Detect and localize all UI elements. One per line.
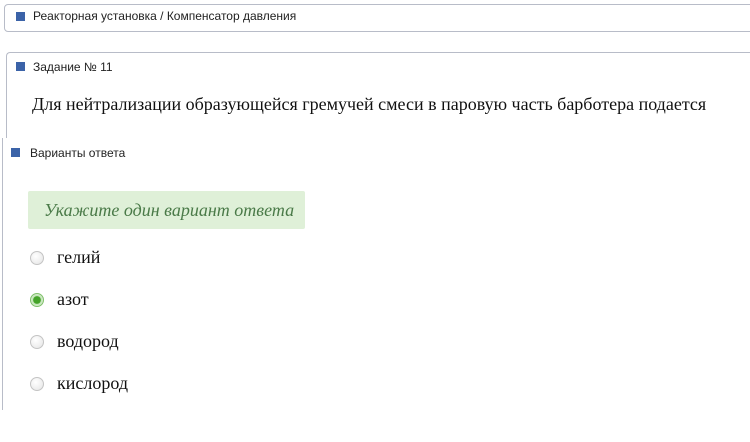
hint-box: Укажите один вариант ответа <box>28 191 305 229</box>
radio-button-icon[interactable] <box>30 251 44 265</box>
breadcrumb: Реакторная установка / Компенсатор давле… <box>33 9 297 23</box>
section-marker-icon <box>16 62 25 71</box>
answer-option-label[interactable]: водород <box>57 331 119 352</box>
answer-option-label[interactable]: гелий <box>57 247 100 268</box>
question-text: Для нейтрализации образующейся гремучей … <box>32 94 707 114</box>
radio-button-icon[interactable] <box>30 377 44 391</box>
section-marker-icon <box>16 12 25 21</box>
radio-button-selected-icon[interactable] <box>30 293 44 307</box>
answers-title: Варианты ответа <box>30 146 126 160</box>
section-marker-icon <box>11 148 20 157</box>
hint-text: Укажите один вариант ответа <box>44 200 295 220</box>
answer-option-label[interactable]: кислород <box>57 373 128 394</box>
answer-option-label[interactable]: азот <box>57 289 89 310</box>
answers-panel <box>2 138 750 410</box>
task-title: Задание № 11 <box>33 60 113 74</box>
radio-button-icon[interactable] <box>30 335 44 349</box>
